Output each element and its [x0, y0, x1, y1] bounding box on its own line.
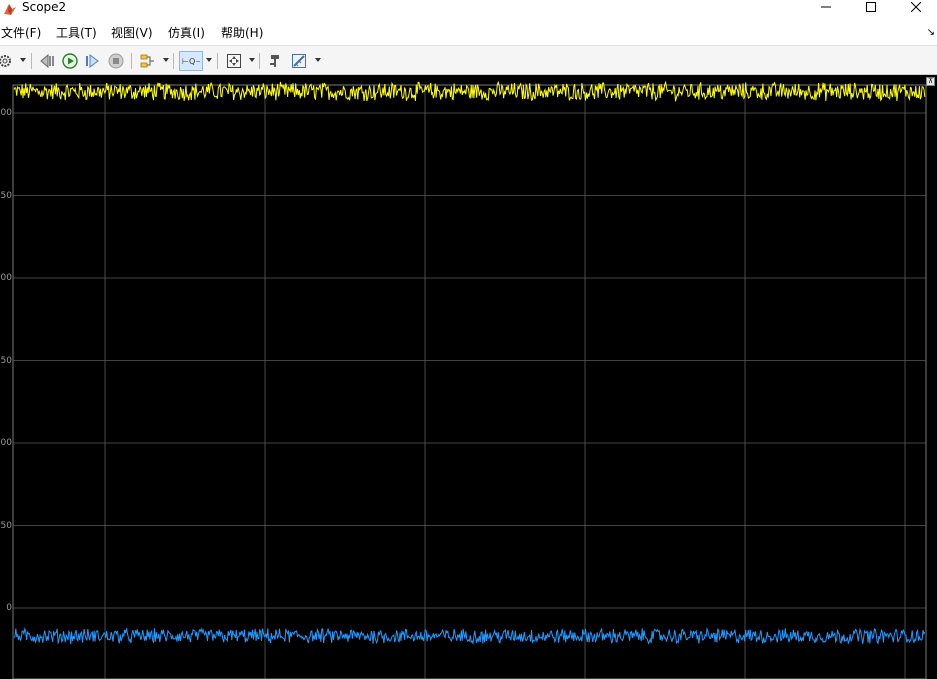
measurements-button[interactable] [290, 51, 308, 71]
menu-simulation[interactable]: 仿真(I) [168, 26, 205, 41]
stop-icon [108, 53, 124, 69]
maximize-button[interactable] [848, 0, 894, 14]
toolbar: ⊢Q⊣ [0, 45, 937, 75]
toolbar-separator [31, 53, 32, 69]
menu-help[interactable]: 帮助(H) [221, 26, 263, 41]
close-button[interactable] [893, 0, 937, 14]
y-tick-label: 00 [0, 438, 12, 448]
y-tick-label: 00 [0, 273, 12, 283]
y-tick-label: 50 [0, 520, 12, 531]
signal-traces [13, 80, 926, 646]
fit-to-view-button[interactable] [225, 51, 243, 71]
signal-trace-2 [13, 627, 926, 646]
step-forward-icon [86, 54, 99, 68]
measurements-dropdown-icon[interactable] [315, 58, 321, 62]
pin-arrow-icon[interactable]: ↘ [927, 27, 935, 38]
grid-lines [12, 84, 927, 679]
svg-text:⊢Q⊣: ⊢Q⊣ [182, 57, 200, 66]
run-button[interactable] [61, 51, 79, 71]
menu-file[interactable]: 文件(F) [1, 26, 41, 41]
plot-frame [12, 84, 927, 679]
close-icon [911, 2, 921, 12]
minimize-icon [821, 6, 831, 8]
y-tick-label: 50 [0, 355, 12, 366]
run-icon [62, 53, 78, 69]
zoom-dropdown-icon[interactable] [206, 58, 212, 62]
undock-icon[interactable]: ⊼ [926, 77, 935, 86]
menu-view[interactable]: 视图(V) [111, 26, 153, 41]
toolbar-separator [259, 53, 260, 69]
signal-highlight-button[interactable] [138, 51, 156, 71]
menu-tools[interactable]: 工具(T) [56, 26, 97, 41]
step-back-icon [40, 53, 54, 69]
scope-plot[interactable] [0, 75, 937, 679]
zoom-button[interactable]: ⊢Q⊣ [179, 51, 203, 71]
y-tick-label: 0 [6, 603, 12, 613]
maximize-icon [866, 2, 876, 12]
step-back-button[interactable] [38, 51, 56, 71]
step-forward-button[interactable] [84, 51, 102, 71]
style-button[interactable] [266, 51, 284, 71]
matlab-icon [4, 4, 16, 15]
settings-button[interactable] [0, 51, 14, 71]
fit-to-view-icon [227, 54, 241, 68]
zoom-icon: ⊢Q⊣ [182, 57, 200, 66]
toolbar-separator [173, 53, 174, 69]
toolbar-separator [131, 53, 132, 69]
settings-dropdown-icon[interactable] [20, 58, 26, 62]
fit-dropdown-icon[interactable] [249, 58, 255, 62]
y-tick-label: 00 [0, 108, 12, 118]
minimize-button[interactable] [803, 0, 849, 14]
stop-button[interactable] [107, 51, 125, 71]
signal-highlight-icon [140, 54, 154, 68]
toolbar-separator [217, 53, 218, 69]
style-icon [270, 55, 279, 67]
title-bar: Scope2 [0, 0, 937, 22]
signal-dropdown-icon[interactable] [163, 58, 169, 62]
measurements-icon [292, 54, 306, 68]
window-title: Scope2 [22, 0, 67, 14]
y-tick-label: 50 [0, 190, 12, 201]
menu-bar: 文件(F) 工具(T) 视图(V) 仿真(I) 帮助(H) ↘ [0, 22, 937, 45]
settings-gear-icon [0, 55, 11, 67]
